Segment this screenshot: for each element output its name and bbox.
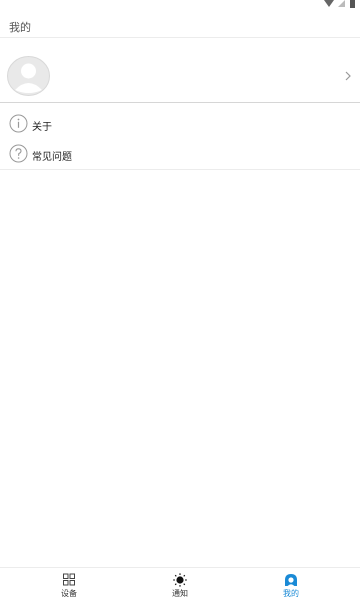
question-circle-icon xyxy=(9,144,28,163)
nav-item-notifications[interactable]: 通知 xyxy=(120,568,240,600)
sun-icon xyxy=(173,573,187,587)
nav-item-mine[interactable]: 我的 xyxy=(231,568,351,600)
bottom-nav: 设备 通知 我的 xyxy=(0,567,360,600)
status-bar xyxy=(0,0,360,10)
page-title: 我的 xyxy=(9,21,31,34)
user-icon xyxy=(285,574,297,586)
info-circle-icon xyxy=(9,114,28,133)
grid-icon xyxy=(63,573,75,586)
nav-label: 设备 xyxy=(61,589,77,598)
nav-label: 我的 xyxy=(283,589,299,598)
menu-item-about[interactable]: 关于 xyxy=(0,111,360,139)
menu-item-label: 关于 xyxy=(32,122,52,133)
avatar-placeholder-icon xyxy=(7,56,50,96)
chevron-right-icon xyxy=(345,71,351,81)
signal-icon xyxy=(338,0,345,7)
nav-label: 通知 xyxy=(172,589,188,598)
page-header: 我的 xyxy=(0,10,360,38)
list-divider xyxy=(0,169,360,170)
nav-item-devices[interactable]: 设备 xyxy=(9,568,129,600)
battery-icon xyxy=(350,0,355,8)
menu-item-faq[interactable]: 常见问题 xyxy=(0,141,360,169)
menu-item-label: 常见问题 xyxy=(32,152,72,163)
wifi-icon xyxy=(324,0,334,7)
profile-row[interactable] xyxy=(0,48,360,103)
